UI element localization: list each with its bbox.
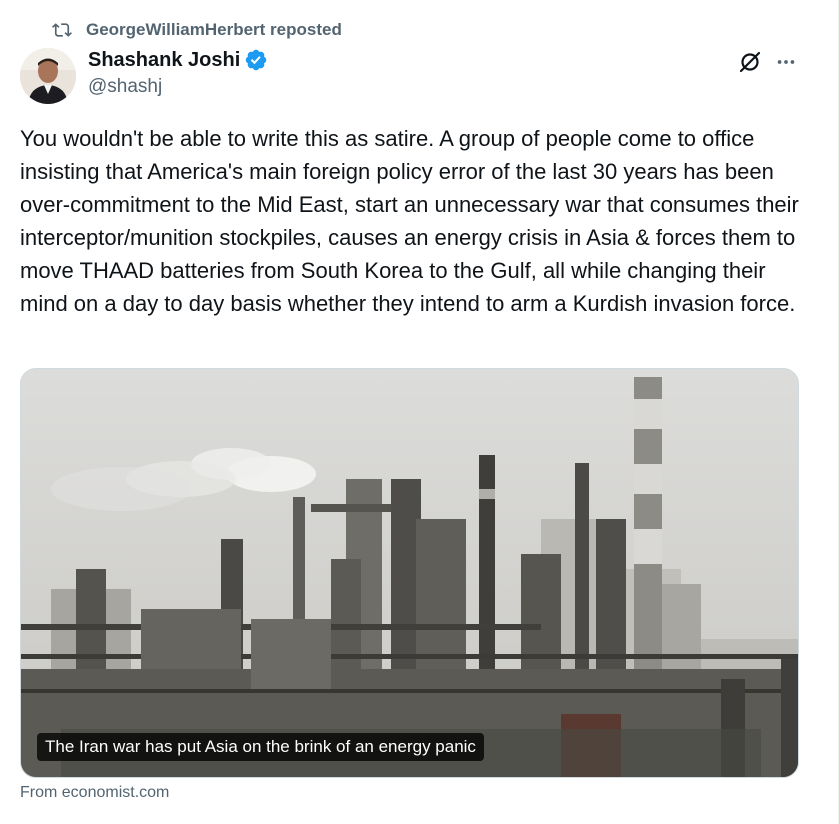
author-name[interactable]: Shashank Joshi [88,49,240,72]
tweet-text: You wouldn't be able to write this as sa… [20,126,799,316]
more-button[interactable] [772,48,800,76]
author-handle[interactable]: @shashj [88,76,162,98]
avatar-image [20,48,76,104]
repost-label: GeorgeWilliamHerbert reposted [86,20,342,39]
author-row[interactable]: Shashank Joshi [88,47,268,73]
avatar[interactable] [20,48,76,104]
repost-icon [52,23,72,37]
link-card[interactable]: The Iran war has put Asia on the brink o… [20,368,799,778]
more-icon [777,60,795,64]
repost-indicator[interactable]: GeorgeWilliamHerbert reposted [52,19,342,41]
card-source[interactable]: From economist.com [20,784,169,802]
grok-button[interactable] [736,48,764,76]
card-image [21,369,798,777]
card-caption: The Iran war has put Asia on the brink o… [37,733,484,761]
grok-icon [739,51,761,73]
verified-badge-icon[interactable] [244,48,268,72]
